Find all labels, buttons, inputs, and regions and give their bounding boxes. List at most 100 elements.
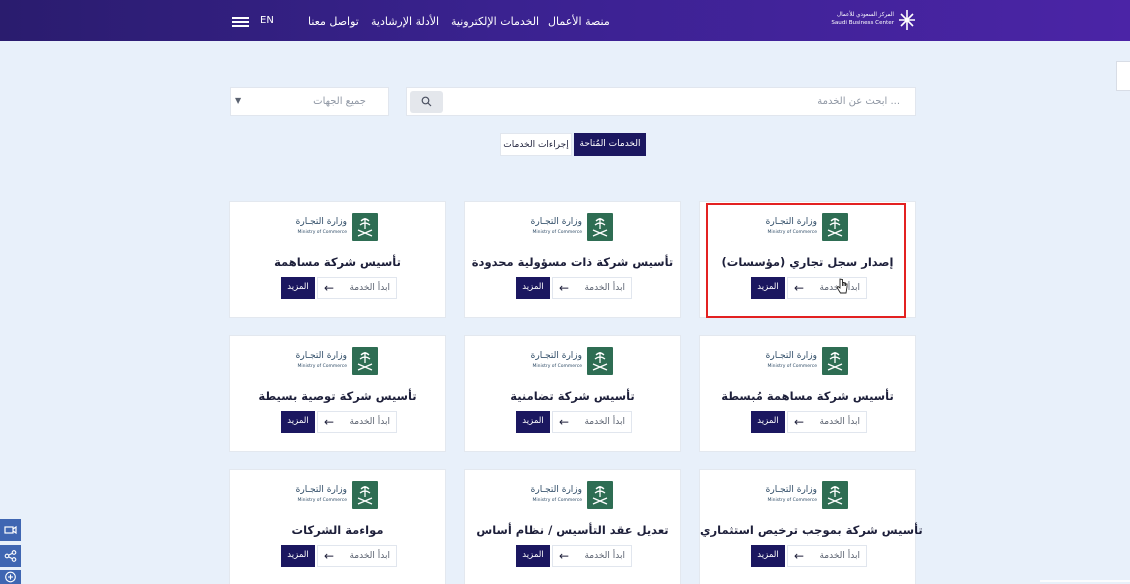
saudi-emblem-icon xyxy=(822,481,848,509)
ministry-of-commerce-logo: وزارة التجـارة Ministry of Commerce xyxy=(531,481,613,509)
share-icon xyxy=(4,550,17,562)
start-service-label: ابدأ الخدمة xyxy=(584,551,625,561)
service-card[interactable]: وزارة التجـارة Ministry of Commerce مواءمة… xyxy=(229,469,446,584)
chevron-down-icon: ▼ xyxy=(235,96,242,105)
tab-service-procedures[interactable]: إجراءات الخدمات xyxy=(500,133,572,156)
nav-guides[interactable]: الأدلة الإرشادية xyxy=(371,15,439,28)
search-icon xyxy=(421,96,432,107)
nav-contact-us[interactable]: تواصل معنا xyxy=(308,15,359,28)
more-button[interactable]: المزيد xyxy=(751,411,785,433)
video-icon xyxy=(4,525,17,535)
saudi-emblem-icon xyxy=(352,481,378,509)
brand-arabic: المركز السعودي للأعمال xyxy=(837,12,894,18)
ministry-of-commerce-logo: وزارة التجـارة Ministry of Commerce xyxy=(531,347,613,375)
ministry-name-english: Ministry of Commerce xyxy=(297,498,347,503)
start-service-label: ابدأ الخدمة xyxy=(819,417,860,427)
filter-selected-value: جميع الجهات xyxy=(313,96,366,107)
service-card[interactable]: وزارة التجـارة Ministry of Commerce تأسيس … xyxy=(464,201,681,318)
start-service-button[interactable]: ابدأ الخدمة ← xyxy=(317,411,397,433)
highlight-box xyxy=(706,203,906,318)
nav-e-services[interactable]: الخدمات الإلكترونية xyxy=(451,15,539,28)
start-service-label: ابدأ الخدمة xyxy=(584,417,625,427)
entity-filter-select[interactable]: جميع الجهات ▼ xyxy=(230,87,389,116)
side-feedback-tab[interactable] xyxy=(1116,61,1130,91)
more-button[interactable]: المزيد xyxy=(281,277,315,299)
tab-available-services[interactable]: الخدمات المُتاحة xyxy=(574,133,646,156)
saudi-emblem-icon xyxy=(822,347,848,375)
start-service-label: ابدأ الخدمة xyxy=(349,551,390,561)
sbc-logo-icon xyxy=(899,10,915,30)
ministry-of-commerce-logo: وزارة التجـارة Ministry of Commerce xyxy=(766,347,848,375)
start-service-button[interactable]: ابدأ الخدمة ← xyxy=(787,411,867,433)
service-card[interactable]: وزارة التجـارة Ministry of Commerce تأسيس … xyxy=(229,335,446,452)
ministry-name-english: Ministry of Commerce xyxy=(767,498,817,503)
more-button[interactable]: المزيد xyxy=(516,545,550,567)
service-card[interactable]: وزارة التجـارة Ministry of Commerce تعديل … xyxy=(464,469,681,584)
ministry-name-english: Ministry of Commerce xyxy=(532,364,582,369)
saudi-emblem-icon xyxy=(587,347,613,375)
service-search-input[interactable]: ابحث عن الخدمة ... xyxy=(406,87,916,116)
start-service-label: ابدأ الخدمة xyxy=(349,417,390,427)
service-title: تأسيس شركة مساهمة مُبسطة xyxy=(721,389,894,403)
start-service-button[interactable]: ابدأ الخدمة ← xyxy=(552,411,632,433)
start-service-label: ابدأ الخدمة xyxy=(819,551,860,561)
search-placeholder: ابحث عن الخدمة ... xyxy=(817,96,900,107)
service-title: تأسيس شركة مساهمة xyxy=(274,255,401,269)
start-service-button[interactable]: ابدأ الخدمة ← xyxy=(552,545,632,567)
add-button[interactable] xyxy=(0,570,21,584)
saudi-emblem-icon xyxy=(587,213,613,241)
more-button[interactable]: المزيد xyxy=(281,411,315,433)
start-service-button[interactable]: ابدأ الخدمة ← xyxy=(552,277,632,299)
more-button[interactable]: المزيد xyxy=(516,411,550,433)
service-title: تأسيس شركة تضامنية xyxy=(510,389,635,403)
arrow-left-icon: ← xyxy=(794,549,805,563)
ministry-name-arabic: وزارة التجـارة xyxy=(295,485,347,495)
nav-business-platform[interactable]: منصة الأعمال xyxy=(548,15,610,28)
service-card[interactable]: وزارة التجـارة Ministry of Commerce تأسيس … xyxy=(699,469,923,584)
arrow-left-icon: ← xyxy=(324,281,335,295)
more-button[interactable]: المزيد xyxy=(516,277,550,299)
start-service-label: ابدأ الخدمة xyxy=(349,283,390,293)
arrow-left-icon: ← xyxy=(324,415,335,429)
ministry-of-commerce-logo: وزارة التجـارة Ministry of Commerce xyxy=(531,213,613,241)
arrow-left-icon: ← xyxy=(794,415,805,429)
ministry-of-commerce-logo: وزارة التجـارة Ministry of Commerce xyxy=(766,481,848,509)
plus-circle-icon xyxy=(5,571,16,583)
ministry-name-english: Ministry of Commerce xyxy=(532,230,582,235)
start-service-button[interactable]: ابدأ الخدمة ← xyxy=(317,277,397,299)
ministry-of-commerce-logo: وزارة التجـارة Ministry of Commerce xyxy=(296,481,378,509)
ministry-of-commerce-logo: وزارة التجـارة Ministry of Commerce xyxy=(296,213,378,241)
service-title: تعديل عقد التأسيس / نظام أساس xyxy=(476,523,669,537)
start-service-label: ابدأ الخدمة xyxy=(584,283,625,293)
ministry-name-arabic: وزارة التجـارة xyxy=(530,217,582,227)
menu-icon[interactable] xyxy=(232,17,249,27)
brand-english: Saudi Business Center xyxy=(831,20,894,26)
ministry-name-arabic: وزارة التجـارة xyxy=(295,351,347,361)
ministry-name-arabic: وزارة التجـارة xyxy=(295,217,347,227)
service-title: تأسيس شركة توصية بسيطة xyxy=(258,389,417,403)
arrow-left-icon: ← xyxy=(324,549,335,563)
share-button[interactable] xyxy=(0,545,21,567)
more-button[interactable]: المزيد xyxy=(281,545,315,567)
saudi-business-center-logo[interactable]: المركز السعودي للأعمال Saudi Business Ce… xyxy=(830,9,916,33)
top-navigation-bar: المركز السعودي للأعمال Saudi Business Ce… xyxy=(0,0,1130,41)
service-title: مواءمة الشركات xyxy=(291,523,384,537)
start-service-button[interactable]: ابدأ الخدمة ← xyxy=(317,545,397,567)
ministry-name-english: Ministry of Commerce xyxy=(767,364,817,369)
saudi-emblem-icon xyxy=(587,481,613,509)
ministry-name-arabic: وزارة التجـارة xyxy=(530,351,582,361)
service-card[interactable]: وزارة التجـارة Ministry of Commerce تأسيس … xyxy=(229,201,446,318)
scroll-indicator xyxy=(1040,580,1130,582)
arrow-left-icon: ← xyxy=(559,281,570,295)
start-service-button[interactable]: ابدأ الخدمة ← xyxy=(787,545,867,567)
service-card[interactable]: وزارة التجـارة Ministry of Commerce تأسيس … xyxy=(699,335,916,452)
saudi-emblem-icon xyxy=(352,347,378,375)
arrow-left-icon: ← xyxy=(559,415,570,429)
search-button[interactable] xyxy=(410,91,443,113)
ministry-name-english: Ministry of Commerce xyxy=(297,364,347,369)
video-call-button[interactable] xyxy=(0,519,21,541)
service-card[interactable]: وزارة التجـارة Ministry of Commerce تأسيس … xyxy=(464,335,681,452)
language-switch[interactable]: EN xyxy=(260,15,274,26)
more-button[interactable]: المزيد xyxy=(751,545,785,567)
arrow-left-icon: ← xyxy=(559,549,570,563)
